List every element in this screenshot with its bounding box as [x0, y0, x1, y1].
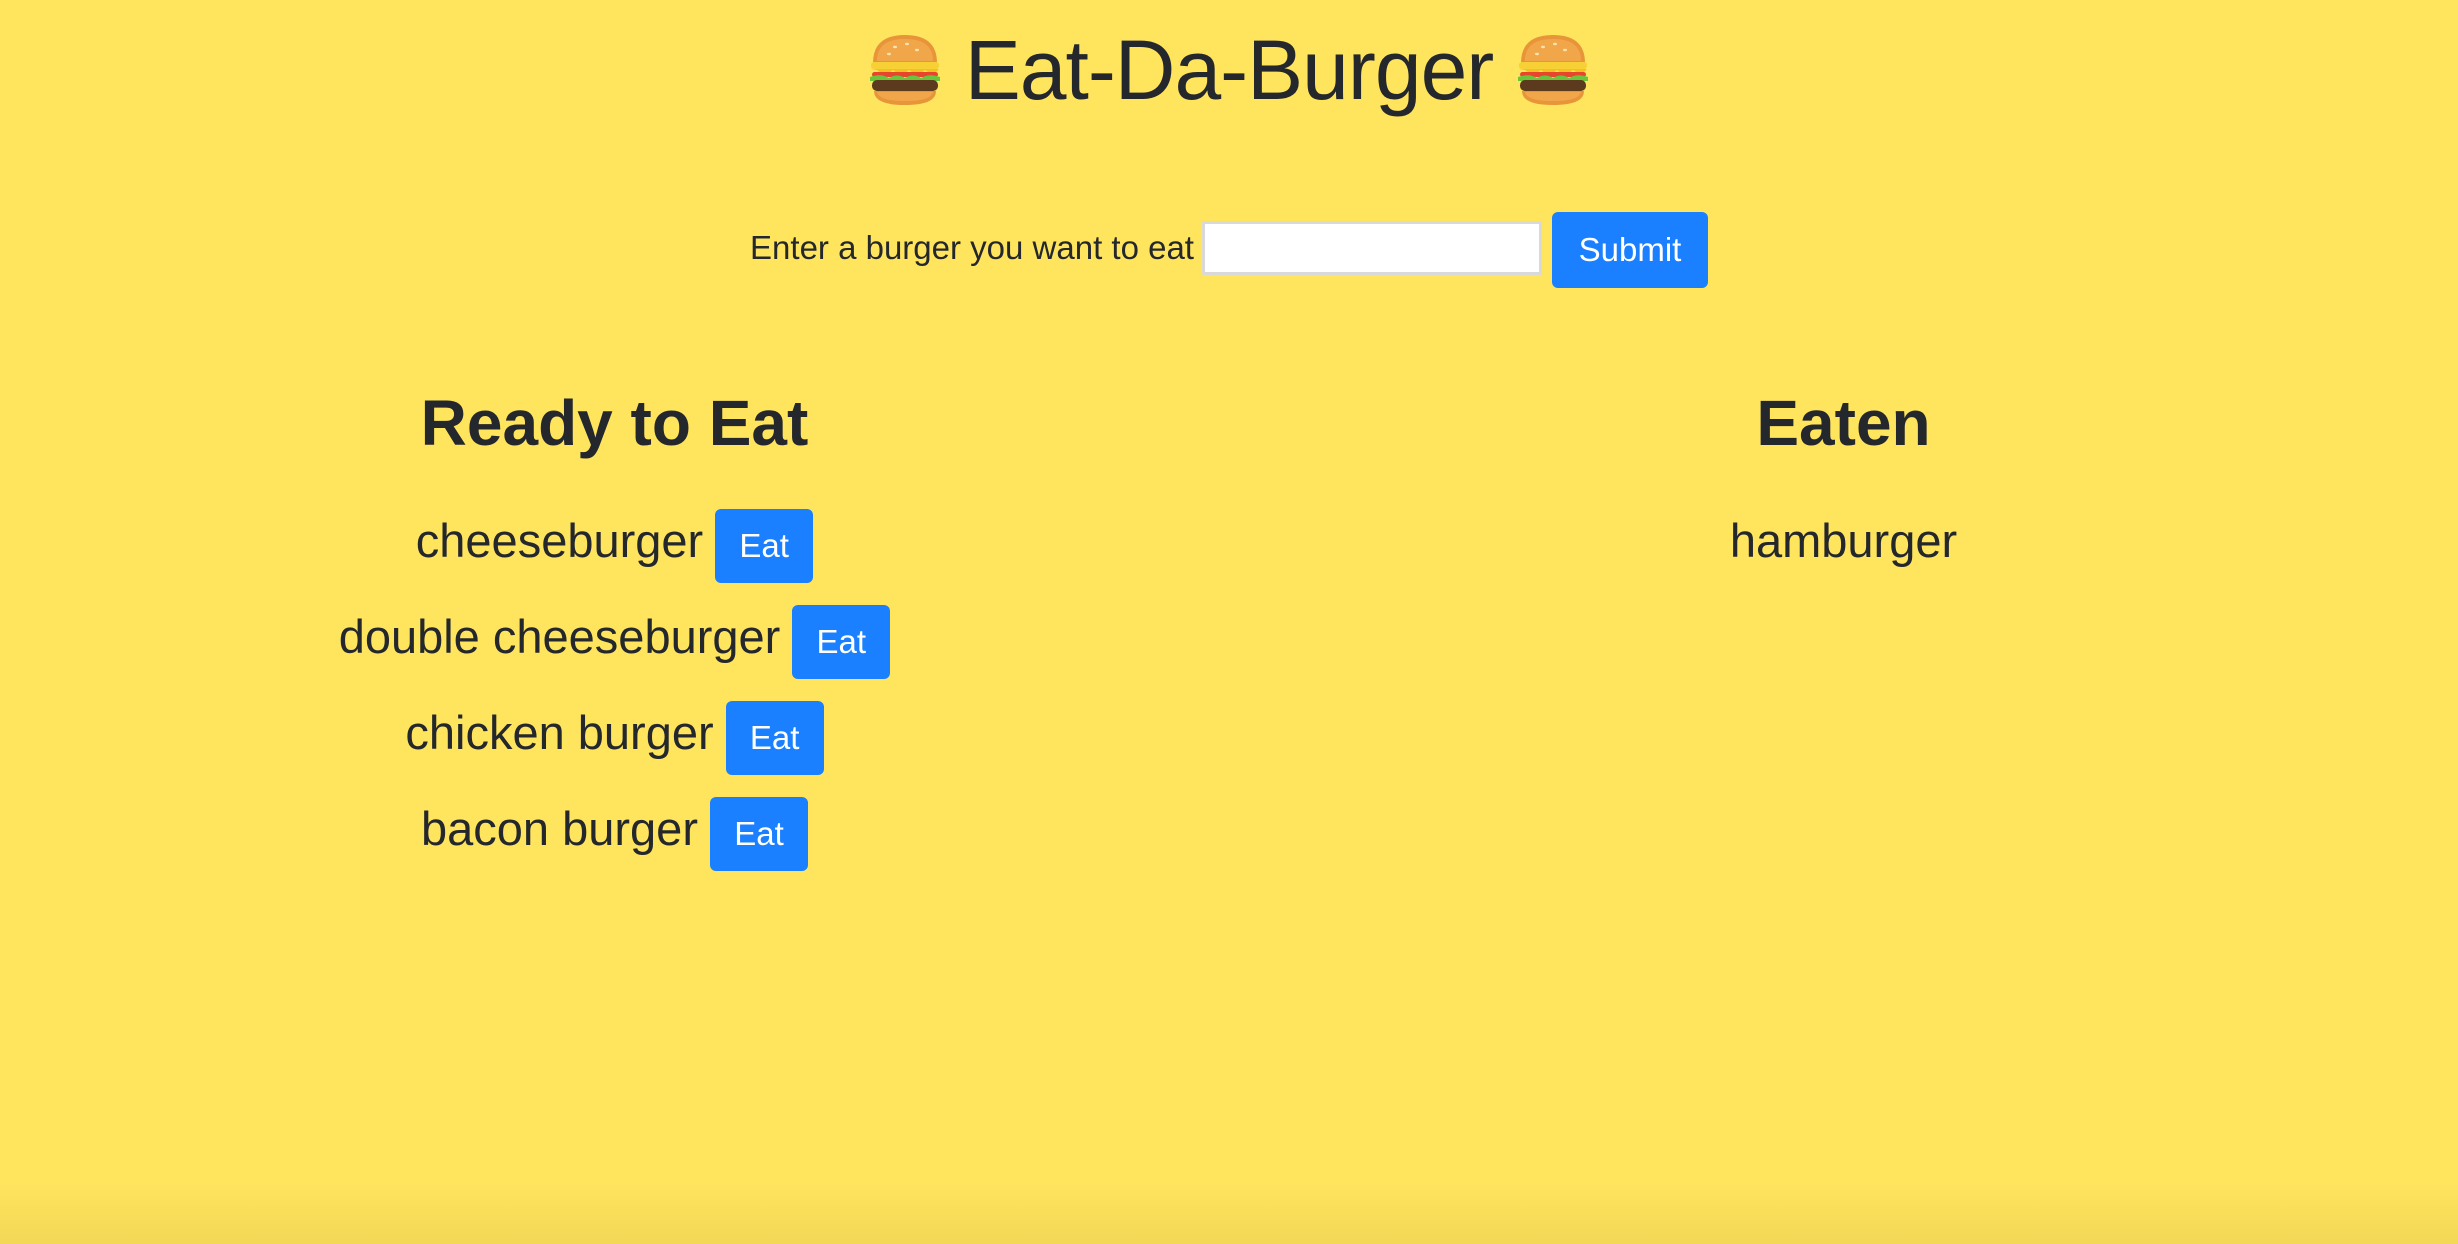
page-header: Eat-Da-Burger: [0, 0, 2458, 140]
burger-icon: [1518, 35, 1589, 105]
burger-input-label: Enter a burger you want to eat: [750, 229, 1194, 266]
burger-name: cheeseburger: [415, 513, 704, 567]
ready-to-eat-heading: Ready to Eat: [420, 387, 809, 459]
page-title: Eat-Da-Burger: [964, 23, 1495, 117]
eat-button[interactable]: Eat: [725, 701, 824, 775]
ready-to-eat-list: cheeseburger Eat double cheeseburger Eat…: [0, 496, 1229, 880]
burger-name: double cheeseburger: [338, 609, 781, 663]
eaten-list: hamburger: [1229, 496, 2458, 592]
list-item: double cheeseburger Eat: [0, 592, 1229, 688]
burger-name: bacon burger: [421, 801, 698, 855]
list-item: bacon burger Eat: [0, 784, 1229, 880]
list-item: chicken burger Eat: [0, 688, 1229, 784]
ready-to-eat-column: Ready to Eat cheeseburger Eat double che…: [0, 378, 1229, 880]
add-burger-form: Enter a burger you want to eat Submit: [0, 212, 2458, 288]
bottom-shade: [0, 1184, 2458, 1244]
burger-icon: [869, 35, 940, 105]
eaten-heading: Eaten: [1756, 387, 1931, 459]
list-item: cheeseburger Eat: [0, 496, 1229, 592]
eaten-column: Eaten hamburger: [1229, 378, 2458, 592]
submit-button[interactable]: Submit: [1551, 212, 1708, 288]
eat-button[interactable]: Eat: [715, 509, 814, 583]
list-item: hamburger: [1229, 496, 2458, 592]
burger-name: hamburger: [1729, 513, 1958, 567]
burger-name: chicken burger: [405, 705, 714, 759]
eat-button[interactable]: Eat: [709, 797, 808, 871]
eat-button[interactable]: Eat: [792, 605, 891, 679]
burger-input[interactable]: [1201, 220, 1542, 275]
